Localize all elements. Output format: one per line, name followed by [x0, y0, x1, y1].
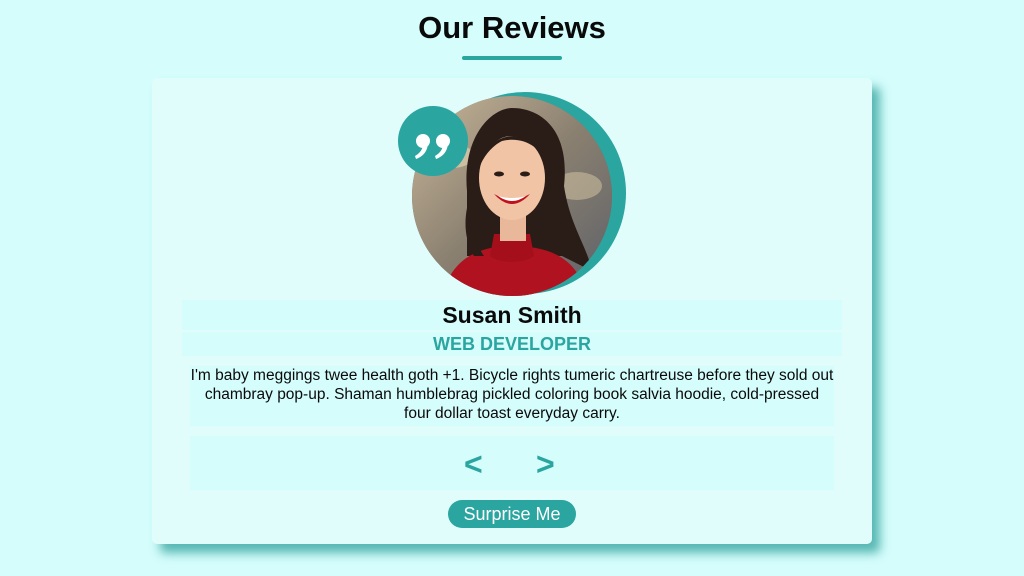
page-title: Our Reviews — [418, 10, 606, 45]
reviewer-job: WEB DEVELOPER — [182, 332, 842, 356]
reviewer-name: Susan Smith — [182, 300, 842, 330]
review-navigation: < > — [190, 436, 834, 490]
prev-button[interactable]: < — [464, 446, 483, 482]
surprise-me-button[interactable]: Surprise Me — [448, 500, 576, 528]
review-text: I'm baby meggings twee health goth +1. B… — [190, 366, 834, 426]
next-button[interactable]: > — [536, 446, 555, 482]
quote-icon — [398, 106, 468, 176]
review-card: Susan Smith WEB DEVELOPER I'm baby meggi… — [152, 78, 872, 544]
title-underline — [462, 56, 562, 60]
